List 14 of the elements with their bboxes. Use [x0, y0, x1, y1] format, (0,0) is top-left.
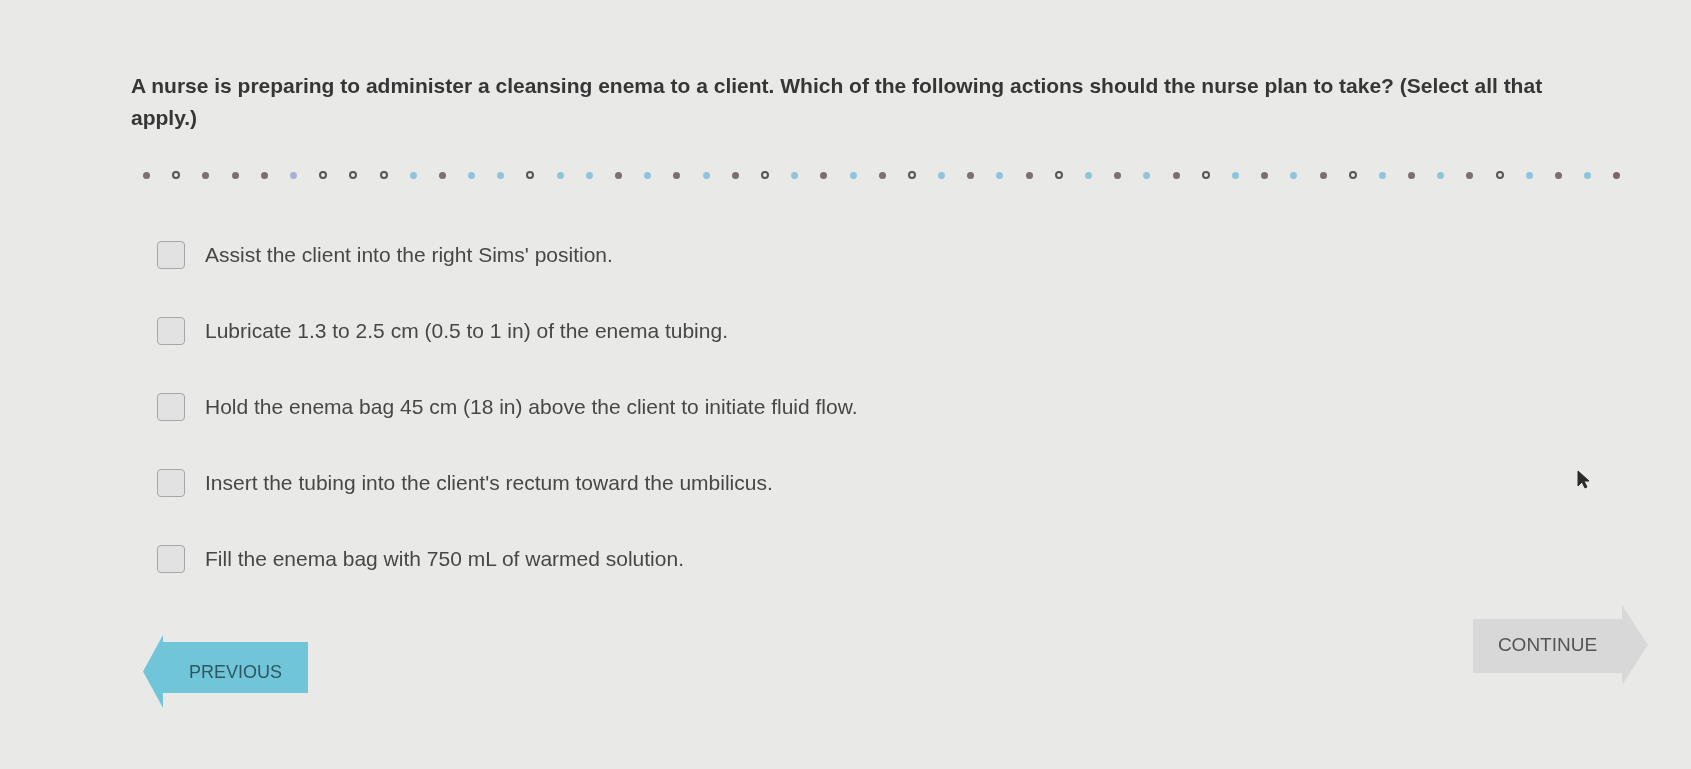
option-text: Fill the enema bag with 750 mL of warmed solution. [205, 546, 684, 572]
checkbox[interactable] [157, 469, 185, 497]
checkbox[interactable] [157, 317, 185, 345]
option-text: Assist the client into the right Sims' position. [205, 242, 613, 268]
continue-button[interactable]: CONTINUE [1473, 605, 1648, 685]
checkbox[interactable] [157, 393, 185, 421]
option-text: Hold the enema bag 45 cm (18 in) above the client to initiate fluid flow. [205, 394, 858, 420]
checkbox[interactable] [157, 545, 185, 573]
previous-button[interactable]: PREVIOUS [143, 635, 308, 708]
option-text: Insert the tubing into the client's rectum toward the umbilicus. [205, 470, 773, 496]
question-text: A nurse is preparing to administer a cleansing enema to a client. Which of the following actions should the nurse plan to take? (Select all that apply.) [131, 73, 1544, 131]
option-text: Lubricate 1.3 to 2.5 cm (0.5 to 1 in) of the enema tubing. [205, 318, 728, 344]
checkbox[interactable] [157, 241, 185, 269]
cursor-icon [1577, 470, 1590, 489]
